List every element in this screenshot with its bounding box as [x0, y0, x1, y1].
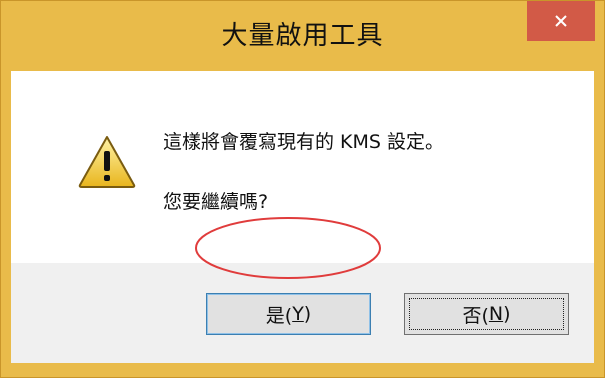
yes-button-accelerator: Y: [292, 303, 304, 325]
message-area: 這樣將會覆寫現有的 KMS 設定。 您要繼續嗎?: [11, 71, 594, 263]
yes-button-suffix: ): [303, 303, 312, 325]
dialog-window: 大量啟用工具 這樣將會覆寫現有的 KMS 設定。 您要繼續嗎? 是(Y) 否…: [0, 0, 605, 378]
warning-icon: [77, 133, 137, 189]
close-icon: [554, 14, 568, 28]
close-button[interactable]: [527, 1, 595, 41]
dialog-body: 這樣將會覆寫現有的 KMS 設定。 您要繼續嗎? 是(Y) 否(N): [11, 71, 594, 363]
yes-button[interactable]: 是(Y): [206, 293, 371, 335]
message-line-1: 這樣將會覆寫現有的 KMS 設定。: [163, 131, 444, 153]
window-title: 大量啟用工具: [221, 21, 384, 51]
yes-button-prefix: 是(: [265, 304, 293, 327]
button-bar: 是(Y) 否(N): [11, 263, 594, 363]
no-button[interactable]: 否(N): [404, 293, 569, 335]
title-bar[interactable]: 大量啟用工具: [1, 1, 604, 71]
message-line-2: 您要繼續嗎?: [163, 191, 269, 213]
focus-ring: [409, 298, 564, 330]
